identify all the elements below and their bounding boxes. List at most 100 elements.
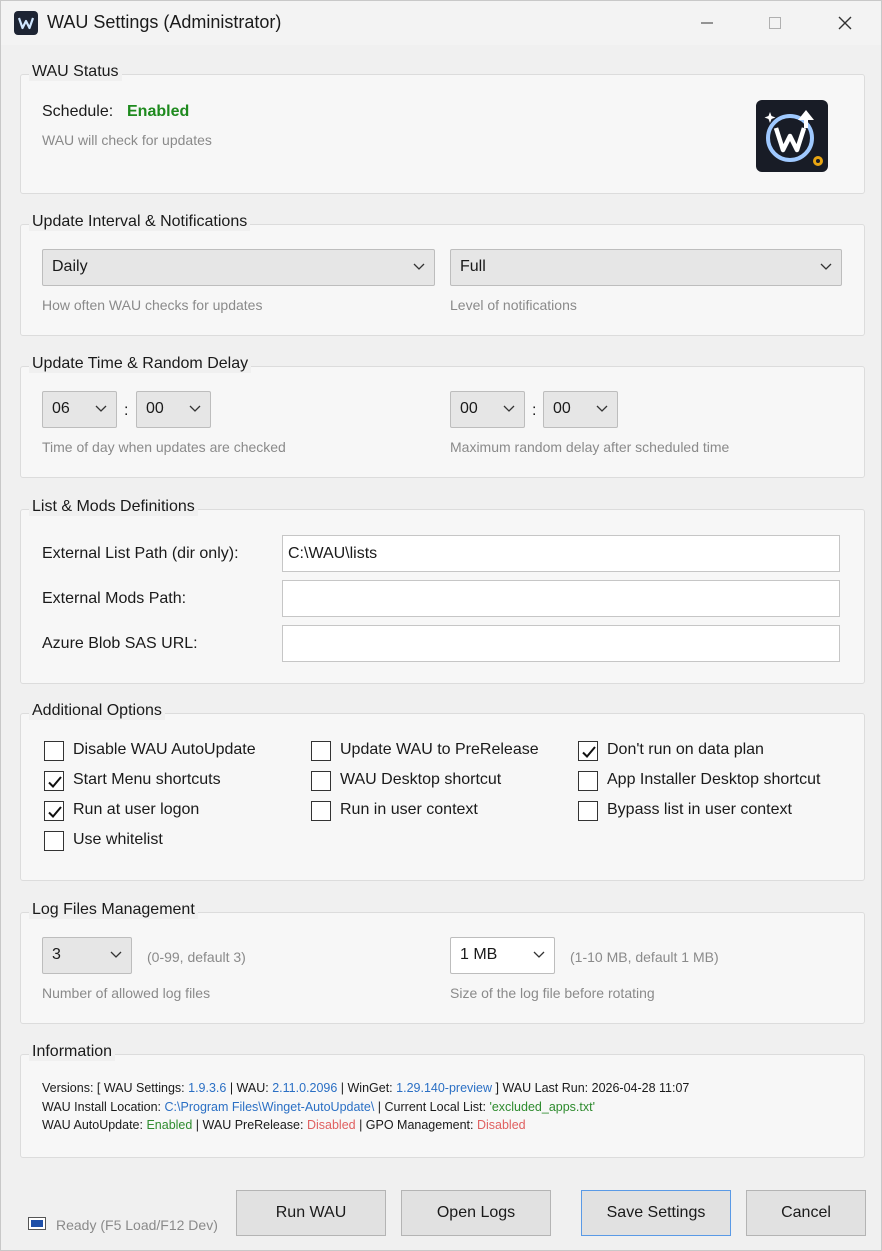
external-list-input[interactable] <box>283 536 839 571</box>
update-minute-dropdown[interactable]: 00 <box>136 391 211 428</box>
chevron-down-icon <box>95 405 107 412</box>
window-title: WAU Settings (Administrator) <box>47 12 282 32</box>
chevron-down-icon <box>189 405 201 412</box>
group-title-information: Information <box>29 1043 116 1061</box>
log-size-hint: Size of the log file before rotating <box>450 985 655 1001</box>
delay-minute-dropdown[interactable]: 00 <box>543 391 618 428</box>
option-label: Use whitelist <box>73 831 163 848</box>
log-size-dropdown[interactable]: 1 MB <box>450 937 555 974</box>
group-title-log-files: Log Files Management <box>29 901 198 919</box>
checkbox-unchecked[interactable] <box>578 771 598 791</box>
wau-status-group: WAU Status Schedule: Enabled WAU will ch… <box>20 63 865 194</box>
status-icon <box>28 1217 46 1230</box>
maximize-icon <box>769 17 781 29</box>
option-label: App Installer Desktop shortcut <box>607 771 821 788</box>
delay-minute-value: 00 <box>553 400 571 417</box>
local-list-label: | Current Local List: <box>374 1100 490 1114</box>
info-status-line: WAU AutoUpdate: Enabled | WAU PreRelease… <box>42 1118 526 1132</box>
option-label: Disable WAU AutoUpdate <box>73 741 256 758</box>
option-checkbox[interactable]: App Installer Desktop shortcut <box>578 770 838 792</box>
app-icon <box>14 11 38 35</box>
checkbox-unchecked[interactable] <box>311 801 331 821</box>
group-title-wau-status: WAU Status <box>29 63 122 81</box>
external-mods-field[interactable] <box>282 580 840 617</box>
chevron-down-icon <box>533 951 545 958</box>
external-list-field[interactable] <box>282 535 840 572</box>
checkbox-unchecked[interactable] <box>311 771 331 791</box>
group-title-update-time: Update Time & Random Delay <box>29 355 252 373</box>
gpo-value: Disabled <box>476 1118 526 1132</box>
update-frequency-value: Daily <box>52 258 88 275</box>
checkbox-unchecked[interactable] <box>44 741 64 761</box>
option-checkbox[interactable]: Use whitelist <box>44 830 304 852</box>
chevron-down-icon <box>413 263 425 270</box>
log-size-value: 1 MB <box>460 946 498 963</box>
info-versions-line: Versions: [ WAU Settings: 1.9.3.6 | WAU:… <box>42 1081 689 1095</box>
local-list-value: 'excluded_apps.txt' <box>489 1100 595 1114</box>
log-count-note: (0-99, default 3) <box>147 949 246 965</box>
log-count-dropdown[interactable]: 3 <box>42 937 132 974</box>
interval-group: Update Interval & Notifications Daily Ho… <box>20 213 865 336</box>
checkbox-unchecked[interactable] <box>44 831 64 851</box>
prerelease-value: Disabled <box>306 1118 356 1132</box>
azure-blob-field[interactable] <box>282 625 840 662</box>
status-bar-text: Ready (F5 Load/F12 Dev) <box>56 1217 218 1233</box>
update-frequency-dropdown[interactable]: Daily <box>42 249 435 286</box>
delay-separator: : <box>532 402 537 419</box>
option-checkbox[interactable]: Start Menu shortcuts <box>44 770 304 792</box>
group-title-list-mods: List & Mods Definitions <box>29 498 198 516</box>
group-title-additional-options: Additional Options <box>29 702 165 720</box>
maximize-button[interactable] <box>741 1 811 45</box>
checkbox-checked[interactable] <box>44 801 64 821</box>
checkbox-checked[interactable] <box>578 741 598 761</box>
notification-level-dropdown[interactable]: Full <box>450 249 842 286</box>
minimize-button[interactable] <box>673 1 743 45</box>
wau-logo-icon <box>764 110 823 166</box>
log-files-group: Log Files Management 3 (0-99, default 3)… <box>20 901 865 1024</box>
save-settings-button[interactable]: Save Settings <box>581 1190 731 1236</box>
additional-options-group: Additional Options Disable WAU AutoUpdat… <box>20 702 865 881</box>
option-checkbox[interactable]: WAU Desktop shortcut <box>311 770 571 792</box>
versions-prefix: Versions: [ WAU Settings: <box>42 1081 189 1095</box>
wau-version: 2.11.0.2096 <box>272 1081 338 1095</box>
checkbox-unchecked[interactable] <box>578 801 598 821</box>
option-checkbox[interactable]: Run at user logon <box>44 800 304 822</box>
time-separator: : <box>124 402 129 419</box>
last-run-text: ] WAU Last Run: 2026-04-28 11:07 <box>492 1081 690 1095</box>
versions-separator: | WAU: <box>226 1081 273 1095</box>
settings-version: 1.9.3.6 <box>188 1081 227 1095</box>
prerelease-label: | WAU PreRelease: <box>192 1118 307 1132</box>
run-wau-button[interactable]: Run WAU <box>236 1190 386 1236</box>
delay-hour-dropdown[interactable]: 00 <box>450 391 525 428</box>
random-delay-hint: Maximum random delay after scheduled tim… <box>450 439 730 455</box>
checkbox-checked[interactable] <box>44 771 64 791</box>
wau-settings-window: WAU Settings (Administrator) WAU Status … <box>0 0 882 1251</box>
list-mods-group: List & Mods Definitions External List Pa… <box>20 498 865 684</box>
option-checkbox[interactable]: Update WAU to PreRelease <box>311 740 571 762</box>
chevron-down-icon <box>110 951 122 958</box>
schedule-description: WAU will check for updates <box>42 132 212 148</box>
option-label: Run at user logon <box>73 801 200 818</box>
option-checkbox[interactable]: Don't run on data plan <box>578 740 838 762</box>
azure-blob-input[interactable] <box>283 626 839 661</box>
option-checkbox[interactable]: Run in user context <box>311 800 571 822</box>
external-mods-input[interactable] <box>283 581 839 616</box>
option-checkbox[interactable]: Bypass list in user context <box>578 800 838 822</box>
autoupdate-value: Enabled <box>146 1118 193 1132</box>
install-location-link[interactable]: C:\Program Files\Winget-AutoUpdate\ <box>165 1100 375 1114</box>
log-size-note: (1-10 MB, default 1 MB) <box>570 949 719 965</box>
log-count-hint: Number of allowed log files <box>42 985 211 1001</box>
checkbox-unchecked[interactable] <box>311 741 331 761</box>
title-bar[interactable]: WAU Settings (Administrator) <box>1 1 881 45</box>
close-icon <box>838 16 852 30</box>
cancel-button[interactable]: Cancel <box>746 1190 866 1236</box>
winget-version: 1.29.140-preview <box>396 1081 493 1095</box>
open-logs-button[interactable]: Open Logs <box>401 1190 551 1236</box>
schedule-label: Schedule: <box>42 103 114 120</box>
update-minute-value: 00 <box>146 400 164 417</box>
close-button[interactable] <box>811 1 881 45</box>
option-checkbox[interactable]: Disable WAU AutoUpdate <box>44 740 304 762</box>
option-label: Bypass list in user context <box>607 801 792 818</box>
update-hour-dropdown[interactable]: 06 <box>42 391 117 428</box>
wau-logo <box>756 100 828 172</box>
